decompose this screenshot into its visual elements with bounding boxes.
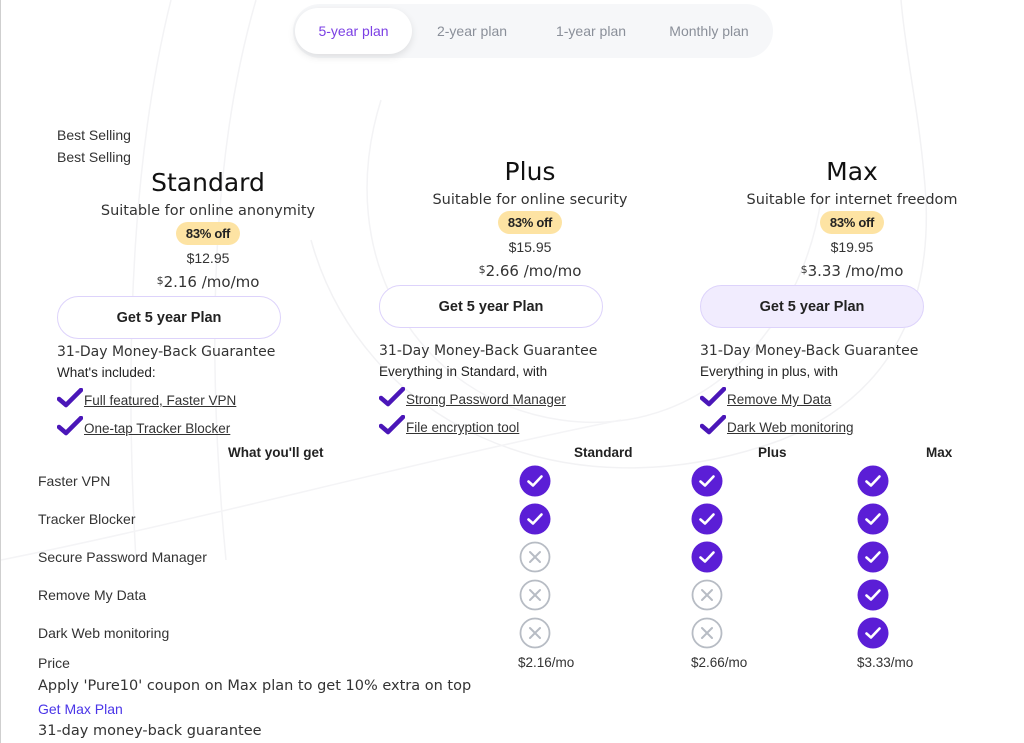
- get-max-plan-link[interactable]: Get Max Plan: [38, 701, 123, 717]
- x-circle-icon: [691, 579, 723, 611]
- price-row-label: Price: [38, 655, 70, 671]
- x-circle-icon: [519, 617, 551, 649]
- monthly-price: $3.33 /mo/mo: [692, 262, 1012, 280]
- comparison-row-label: Tracker Blocker: [38, 511, 136, 527]
- comparison-row-label: Dark Web monitoring: [38, 625, 170, 641]
- check-circle-icon: [857, 579, 889, 611]
- original-price: $12.95: [186, 250, 230, 266]
- discount-badge: 83% off: [819, 211, 885, 234]
- plan-subtitle: Suitable for online anonymity: [100, 203, 316, 219]
- original-price: $15.95: [508, 239, 552, 255]
- checkmark-icon: [57, 416, 83, 436]
- discount-badge: 83% off: [497, 211, 563, 234]
- feature-item: Dark Web monitoring: [700, 413, 1012, 435]
- feature-link[interactable]: File encryption tool: [406, 420, 519, 435]
- check-circle-icon: [857, 617, 889, 649]
- checkmark-icon: [700, 387, 726, 407]
- comparison-row-label: Secure Password Manager: [38, 549, 207, 565]
- feature-item: Strong Password Manager: [379, 385, 690, 407]
- check-circle-icon: [519, 503, 551, 535]
- check-circle-icon: [691, 465, 723, 497]
- get-max-plan-button[interactable]: Get 5 year Plan: [700, 285, 924, 328]
- check-circle-icon: [691, 541, 723, 573]
- currency-symbol: $: [800, 263, 808, 276]
- plan-name: Max: [826, 157, 878, 186]
- feature-link[interactable]: One-tap Tracker Blocker: [84, 421, 230, 436]
- includes-label: What's included:: [57, 365, 156, 380]
- x-circle-icon: [519, 579, 551, 611]
- feature-link[interactable]: Dark Web monitoring: [727, 420, 854, 435]
- feature-item: Full featured, Faster VPN: [57, 386, 368, 408]
- discount-badge: 83% off: [175, 222, 241, 245]
- plan-subtitle: Suitable for online security: [432, 192, 628, 208]
- x-circle-icon: [691, 617, 723, 649]
- price-plus: $2.66/mo: [691, 655, 748, 670]
- comparison-header-max: Max: [926, 445, 953, 460]
- checkmark-icon: [57, 388, 83, 408]
- feature-item: Remove My Data: [700, 385, 1012, 407]
- tab-5-year-plan[interactable]: 5-year plan: [295, 8, 412, 54]
- original-price: $19.95: [830, 239, 874, 255]
- currency-symbol: $: [156, 274, 164, 287]
- price-max: $3.33/mo: [857, 655, 914, 670]
- plan-name: Standard: [151, 168, 265, 197]
- plan-card-max: Max Suitable for internet freedom 83% of…: [692, 157, 1012, 435]
- currency-symbol: $: [478, 263, 486, 276]
- check-circle-icon: [857, 541, 889, 573]
- x-circle-icon: [519, 541, 551, 573]
- checkmark-icon: [700, 415, 726, 435]
- tab-monthly-plan[interactable]: Monthly plan: [650, 8, 768, 54]
- plan-card-plus: Plus Suitable for online security 83% of…: [370, 157, 690, 435]
- get-standard-plan-button[interactable]: Get 5 year Plan: [57, 296, 281, 339]
- money-back-guarantee: 31-Day Money-Back Guarantee: [379, 343, 598, 359]
- includes-label: Everything in plus, with: [700, 364, 839, 379]
- tab-1-year-plan[interactable]: 1-year plan: [532, 8, 650, 54]
- coupon-message: Apply 'Pure10' coupon on Max plan to get…: [38, 678, 472, 694]
- money-back-guarantee: 31-Day Money-Back Guarantee: [700, 343, 919, 359]
- money-back-guarantee: 31-Day Money-Back Guarantee: [57, 344, 276, 360]
- feature-item: One-tap Tracker Blocker: [57, 414, 368, 436]
- tab-2-year-plan[interactable]: 2-year plan: [412, 8, 532, 54]
- plan-duration-tabs: 5-year plan 2-year plan 1-year plan Mont…: [293, 4, 773, 58]
- plan-subtitle: Suitable for internet freedom: [746, 192, 958, 208]
- checkmark-icon: [379, 415, 405, 435]
- comparison-header-plus: Plus: [758, 445, 787, 460]
- plan-card-standard: Standard Suitable for online anonymity 8…: [48, 168, 368, 436]
- check-circle-icon: [519, 465, 551, 497]
- best-selling-label: Best Selling: [57, 149, 131, 165]
- monthly-price: $2.66 /mo/mo: [370, 262, 690, 280]
- monthly-price-value: 2.16 /mo/mo: [163, 273, 260, 291]
- monthly-price-value: 2.66 /mo/mo: [485, 262, 582, 280]
- comparison-row-label: Remove My Data: [38, 587, 147, 603]
- check-circle-icon: [857, 465, 889, 497]
- includes-label: Everything in Standard, with: [379, 364, 548, 379]
- check-circle-icon: [691, 503, 723, 535]
- get-plus-plan-button[interactable]: Get 5 year Plan: [379, 285, 603, 328]
- footer-money-back-guarantee: 31-day money-back guarantee: [38, 723, 262, 739]
- best-selling-label: Best Selling: [57, 127, 131, 143]
- feature-link[interactable]: Strong Password Manager: [406, 392, 566, 407]
- feature-link[interactable]: Full featured, Faster VPN: [84, 393, 236, 408]
- comparison-header-standard: Standard: [574, 445, 633, 460]
- price-standard: $2.16/mo: [518, 655, 575, 670]
- checkmark-icon: [379, 387, 405, 407]
- check-circle-icon: [857, 503, 889, 535]
- monthly-price-value: 3.33 /mo/mo: [807, 262, 904, 280]
- monthly-price: $2.16 /mo/mo: [48, 273, 368, 291]
- feature-link[interactable]: Remove My Data: [727, 392, 831, 407]
- plan-name: Plus: [504, 157, 556, 186]
- comparison-row-label: Faster VPN: [38, 473, 111, 489]
- comparison-header-features: What you'll get: [228, 445, 324, 460]
- feature-item: File encryption tool: [379, 413, 690, 435]
